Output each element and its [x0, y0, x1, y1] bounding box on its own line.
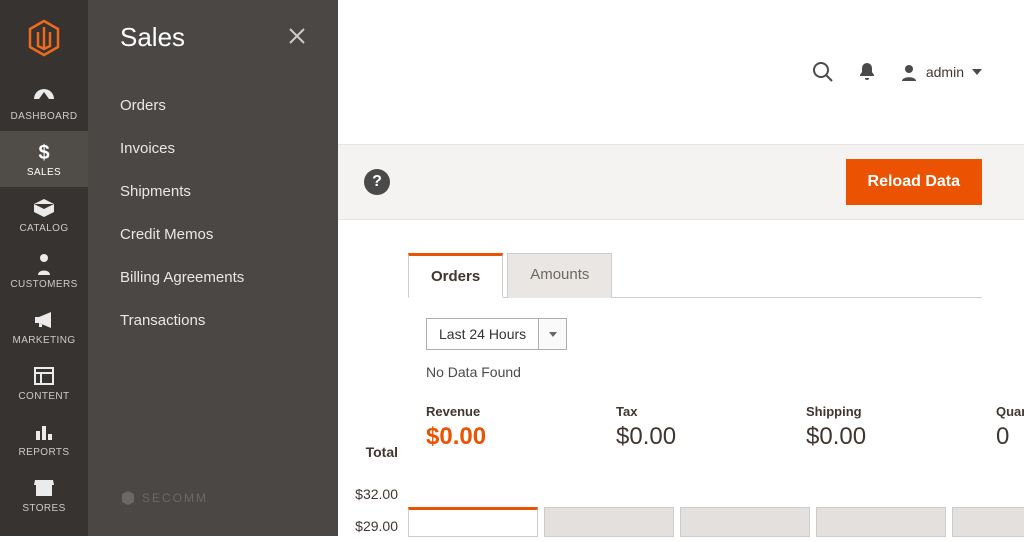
flyout-item-billing-agreements[interactable]: Billing Agreements: [120, 269, 306, 286]
side-totals-column: Total $32.00 $29.00: [338, 250, 398, 542]
nav-label: CATALOG: [19, 223, 68, 234]
nav-label: REPORTS: [19, 447, 70, 458]
topbar: admin: [338, 0, 1024, 144]
metric-label: Quantity: [996, 404, 1024, 419]
bottom-tabs: [408, 507, 1024, 537]
metric-label: Tax: [616, 404, 726, 419]
close-button[interactable]: [288, 25, 306, 51]
dollar-icon: $: [36, 141, 52, 163]
bars-icon: [34, 421, 54, 443]
time-range-value: Last 24 Hours: [427, 319, 538, 349]
metrics-row: Revenue $0.00 Tax $0.00 Shipping $0.00 Q…: [426, 404, 982, 451]
flyout-item-transactions[interactable]: Transactions: [120, 312, 306, 329]
nav-item-reports[interactable]: REPORTS: [0, 411, 88, 467]
user-menu[interactable]: admin: [900, 63, 982, 81]
flyout-item-orders[interactable]: Orders: [120, 97, 306, 114]
chart-tabs: Orders Amounts: [408, 252, 982, 298]
storefront-icon: [33, 477, 55, 499]
megaphone-icon: [33, 309, 55, 331]
side-col-header: Total: [338, 250, 398, 478]
watermark: SECOMM: [120, 490, 208, 506]
user-icon: [900, 63, 918, 81]
nav-item-catalog[interactable]: CATALOG: [0, 187, 88, 243]
notifications-button[interactable]: [858, 62, 876, 82]
bottom-tab[interactable]: [544, 507, 674, 537]
caret-down-icon: [549, 332, 557, 337]
nav-item-content[interactable]: CONTENT: [0, 355, 88, 411]
search-button[interactable]: [812, 61, 834, 83]
bell-icon: [858, 62, 876, 82]
tab-amounts[interactable]: Amounts: [507, 253, 612, 298]
sales-flyout: Sales Orders Invoices Shipments Credit M…: [88, 0, 338, 536]
action-bar: ? Reload Data: [338, 144, 1024, 220]
no-data-message: No Data Found: [426, 364, 982, 380]
metric-value: $0.00: [616, 423, 726, 451]
nav-item-marketing[interactable]: MARKETING: [0, 299, 88, 355]
side-col-value: $32.00: [338, 478, 398, 510]
time-range-select[interactable]: Last 24 Hours: [426, 318, 567, 350]
nav-label: CONTENT: [18, 391, 69, 402]
layout-icon: [34, 365, 54, 387]
help-button[interactable]: ?: [364, 169, 390, 195]
metric-shipping: Shipping $0.00: [806, 404, 916, 451]
user-name: admin: [926, 64, 964, 80]
nav-label: SALES: [27, 167, 61, 178]
close-icon: [288, 27, 306, 45]
bottom-tab[interactable]: [680, 507, 810, 537]
metric-label: Revenue: [426, 404, 536, 419]
metric-value: $0.00: [426, 423, 536, 451]
tab-orders[interactable]: Orders: [408, 253, 503, 298]
metric-label: Shipping: [806, 404, 916, 419]
flyout-title: Sales: [120, 22, 185, 53]
flyout-item-shipments[interactable]: Shipments: [120, 183, 306, 200]
nav-item-stores[interactable]: STORES: [0, 467, 88, 523]
bottom-tab[interactable]: [816, 507, 946, 537]
metric-value: $0.00: [806, 423, 916, 451]
search-icon: [812, 61, 834, 83]
box-icon: [33, 197, 55, 219]
metric-quantity: Quantity 0: [996, 404, 1024, 451]
reload-data-button[interactable]: Reload Data: [846, 159, 982, 205]
main-content: admin ? Reload Data Total $32.00 $29.00 …: [338, 0, 1024, 536]
nav-item-dashboard[interactable]: DASHBOARD: [0, 75, 88, 131]
dropdown-toggle[interactable]: [538, 319, 566, 349]
flyout-item-credit-memos[interactable]: Credit Memos: [120, 226, 306, 243]
metric-value: 0: [996, 423, 1024, 451]
flyout-item-invoices[interactable]: Invoices: [120, 140, 306, 157]
metric-tax: Tax $0.00: [616, 404, 726, 451]
magento-logo-icon: [27, 19, 61, 57]
person-icon: [36, 253, 52, 275]
logo[interactable]: [0, 0, 88, 75]
nav-label: MARKETING: [12, 335, 75, 346]
nav-label: CUSTOMERS: [10, 279, 77, 290]
caret-down-icon: [972, 69, 982, 75]
side-col-value: $29.00: [338, 510, 398, 542]
metric-revenue: Revenue $0.00: [426, 404, 536, 451]
nav-rail: DASHBOARD $ SALES CATALOG CUSTOMERS MARK…: [0, 0, 88, 536]
svg-text:$: $: [38, 142, 49, 163]
nav-item-sales[interactable]: $ SALES: [0, 131, 88, 187]
bottom-tab[interactable]: [408, 507, 538, 537]
gauge-icon: [32, 85, 56, 107]
nav-label: STORES: [22, 503, 65, 514]
nav-label: DASHBOARD: [11, 111, 78, 122]
nav-item-customers[interactable]: CUSTOMERS: [0, 243, 88, 299]
dashboard-body: Total $32.00 $29.00 Orders Amounts Last …: [338, 220, 1024, 536]
bottom-tab[interactable]: [952, 507, 1024, 537]
